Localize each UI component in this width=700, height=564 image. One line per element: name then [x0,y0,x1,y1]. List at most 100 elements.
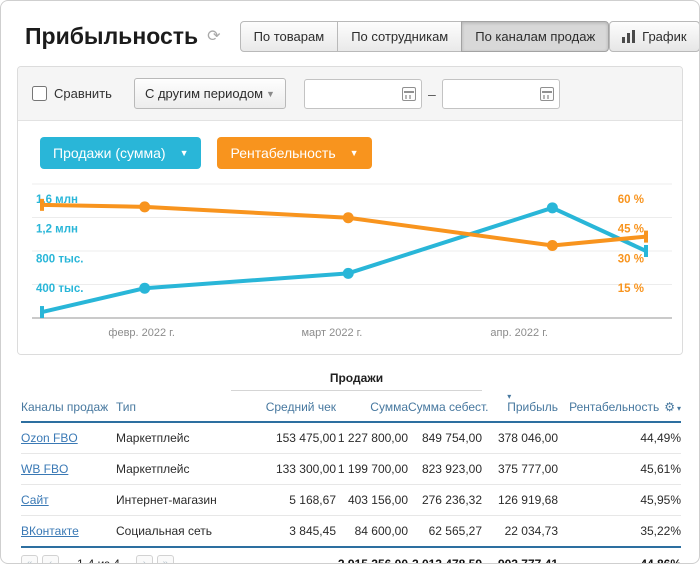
col-header-margin[interactable]: Рентабельность⚙▾ [558,394,681,422]
pagination: « ‹ 1-4 из 4 › » [21,555,336,564]
col-header-profit[interactable]: ▾Прибыль [482,394,558,422]
bar-chart-icon [622,30,635,43]
calendar-icon[interactable] [402,87,416,101]
tab-by-sales-channels[interactable]: По каналам продаж [461,21,609,52]
svg-text:800 тыс.: 800 тыс. [36,253,83,265]
table-row: ВКонтакте Социальная сеть 3 845,45 84 60… [21,516,681,548]
col-header-type[interactable]: Тип [116,394,231,422]
table-row: Ozon FBO Маркетплейс 153 475,00 1 227 80… [21,422,681,454]
chart-toggle-button[interactable]: График [609,21,699,52]
refresh-icon[interactable]: ⟳ [207,29,220,45]
chart-toggle-label: График [642,29,686,44]
total-cost: 2 012 478,59 [408,547,482,564]
cost-value: 849 754,00 [408,422,482,454]
svg-text:45 %: 45 % [618,224,644,236]
channel-link[interactable]: WB FBO [21,462,68,476]
channel-type: Маркетплейс [116,454,231,485]
avg-check-value: 133 300,00 [231,454,336,485]
cost-value: 276 236,32 [408,485,482,516]
column-header-row: Каналы продаж Тип Средний чек Сумма Сумм… [21,394,681,422]
svg-text:апр. 2022 г.: апр. 2022 г. [490,327,548,339]
chevron-down-icon: ▼ [180,148,189,158]
profit-chart: 400 тыс.800 тыс.1,2 млн1,6 млн15 %30 %45… [32,179,672,343]
chevron-down-icon: ▼ [350,148,359,158]
col-header-cost[interactable]: Сумма себест. [408,394,482,422]
chevron-down-icon[interactable]: ▾ [677,404,681,413]
svg-text:60 %: 60 % [618,194,644,206]
svg-text:30 %: 30 % [618,253,644,265]
channel-type: Интернет-магазин [116,485,231,516]
metric-buttons: Продажи (сумма) ▼ Рентабельность ▼ [40,137,668,169]
cost-value: 823 923,00 [408,454,482,485]
table-row: Сайт Интернет-магазин 5 168,67 403 156,0… [21,485,681,516]
profit-value: 375 777,00 [482,454,558,485]
cost-value: 62 565,27 [408,516,482,548]
col-header-avg-check[interactable]: Средний чек [231,394,336,422]
total-margin: 44,86% [558,547,681,564]
chart-section: Продажи (сумма) ▼ Рентабельность ▼ 400 т… [18,121,682,354]
date-from-wrap [304,79,422,109]
sum-value: 403 156,00 [336,485,408,516]
page-header: Прибыльность ⟳ По товарам По сотрудникам… [1,1,699,66]
avg-check-value: 153 475,00 [231,422,336,454]
channel-type: Маркетплейс [116,422,231,454]
avg-check-value: 5 168,67 [231,485,336,516]
margin-value: 45,95% [558,485,681,516]
sum-value: 84 600,00 [336,516,408,548]
gear-icon[interactable]: ⚙ [664,400,675,414]
profit-value: 126 919,68 [482,485,558,516]
svg-text:15 %: 15 % [618,283,644,295]
tab-by-products[interactable]: По товарам [240,21,339,52]
chevron-down-icon: ▼ [266,89,275,99]
calendar-icon[interactable] [540,87,554,101]
total-sum: 2 915 256,00 [336,547,408,564]
page-title: Прибыльность [25,23,198,50]
svg-text:февр. 2022 г.: февр. 2022 г. [108,327,175,339]
prev-page-button[interactable]: ‹ [42,555,59,564]
avg-check-value: 3 845,45 [231,516,336,548]
profitability-metric-dropdown[interactable]: Рентабельность ▼ [217,137,371,169]
col-header-sum[interactable]: Сумма [336,394,408,422]
date-range-separator: – [428,86,436,102]
total-profit: 902 777,41 [482,547,558,564]
channel-type: Социальная сеть [116,516,231,548]
table-row: WB FBO Маркетплейс 133 300,00 1 199 700,… [21,454,681,485]
margin-value: 45,61% [558,454,681,485]
period-dropdown[interactable]: С другим периодом ▼ [134,78,286,109]
sales-group-header: Продажи [231,371,482,391]
tab-by-employees[interactable]: По сотрудникам [337,21,462,52]
chart-panel: Сравнить С другим периодом ▼ – Продажи (… [17,66,683,355]
app-window: Прибыльность ⟳ По товарам По сотрудникам… [0,0,700,564]
pagination-label: 1-4 из 4 [77,557,120,564]
compare-control: Сравнить [32,86,112,101]
col-header-channels[interactable]: Каналы продаж [21,394,116,422]
column-group-row: Продажи [21,367,681,394]
sort-icon: ▾ [507,392,511,401]
date-to-wrap [442,79,560,109]
svg-text:март 2022 г.: март 2022 г. [301,327,362,339]
period-dropdown-label: С другим периодом [145,86,263,101]
compare-label: Сравнить [54,86,112,101]
margin-value: 35,22% [558,516,681,548]
totals-row: « ‹ 1-4 из 4 › » 2 915 256,00 2 012 478,… [21,547,681,564]
sales-channels-table: Продажи Каналы продаж Тип Средний чек Су… [21,367,679,564]
compare-checkbox[interactable] [32,86,47,101]
svg-text:1,2 млн: 1,2 млн [36,224,78,236]
profitability-metric-label: Рентабельность [230,145,335,161]
profit-value: 378 046,00 [482,422,558,454]
sales-metric-label: Продажи (сумма) [53,145,166,161]
sales-metric-dropdown[interactable]: Продажи (сумма) ▼ [40,137,201,169]
channel-link[interactable]: Ozon FBO [21,431,78,445]
margin-value: 44,49% [558,422,681,454]
profit-value: 22 034,73 [482,516,558,548]
view-tabs: По товарам По сотрудникам По каналам про… [240,21,610,52]
channel-link[interactable]: ВКонтакте [21,524,79,538]
last-page-button[interactable]: » [157,555,174,564]
filter-row: Сравнить С другим периодом ▼ – [18,67,682,121]
next-page-button[interactable]: › [136,555,153,564]
svg-text:400 тыс.: 400 тыс. [36,283,83,295]
sum-value: 1 199 700,00 [336,454,408,485]
first-page-button[interactable]: « [21,555,38,564]
sum-value: 1 227 800,00 [336,422,408,454]
channel-link[interactable]: Сайт [21,493,49,507]
